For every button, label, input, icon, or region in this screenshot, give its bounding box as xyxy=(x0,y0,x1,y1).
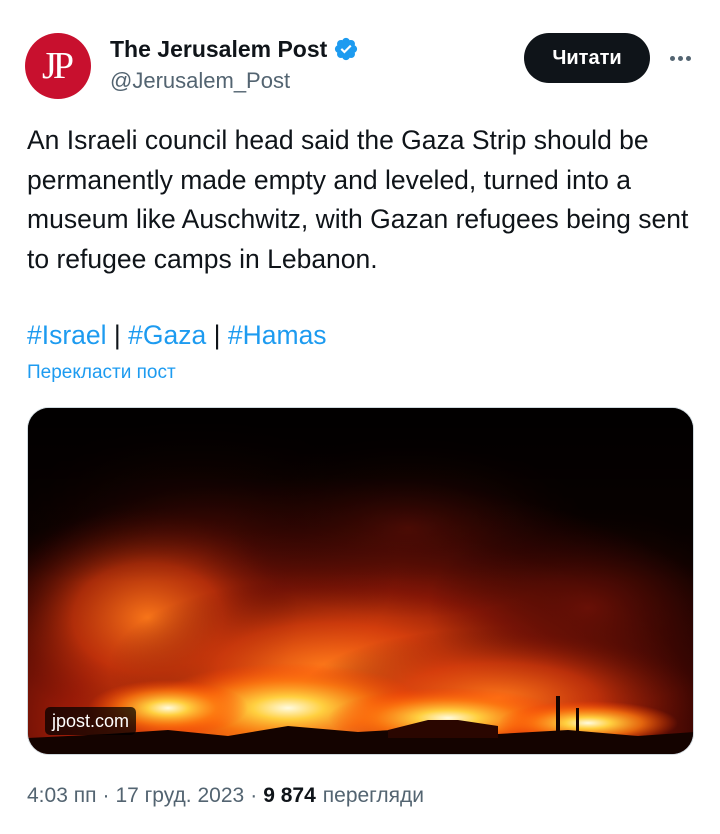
hashtag-separator: | xyxy=(213,320,228,350)
translate-post-link[interactable]: Перекласти пост xyxy=(27,362,176,384)
avatar[interactable]: JP xyxy=(25,33,91,99)
media-source-label: jpost.com xyxy=(45,707,137,735)
hashtag-row: #Israel | #Gaza | #Hamas xyxy=(27,316,327,355)
hashtag-israel[interactable]: #Israel xyxy=(27,320,107,350)
more-options-icon[interactable] xyxy=(664,44,696,72)
author-handle[interactable]: @Jerusalem_Post xyxy=(110,68,290,94)
fire-photo xyxy=(28,408,693,754)
author-name-row: The Jerusalem Post xyxy=(110,34,359,64)
avatar-logo-text: JP xyxy=(42,45,74,87)
views-count: 9 874 xyxy=(263,784,316,807)
tweet-text: An Israeli council head said the Gaza St… xyxy=(27,125,689,274)
tweet-meta: 4:03 пп · 17 груд. 2023 · 9 874 перегляд… xyxy=(27,784,424,808)
follow-button[interactable]: Читати xyxy=(524,33,650,83)
views-label: перегляди xyxy=(322,784,424,807)
tweet-card: JP The Jerusalem Post @Jerusalem_Post Чи… xyxy=(0,0,720,834)
media-image[interactable]: jpost.com xyxy=(27,407,694,755)
author-display-name[interactable]: The Jerusalem Post xyxy=(110,36,327,63)
more-dot xyxy=(685,55,691,61)
post-date[interactable]: 17 груд. 2023 xyxy=(115,784,244,808)
more-dot xyxy=(669,55,675,61)
meta-separator: · xyxy=(250,784,258,807)
post-time[interactable]: 4:03 пп xyxy=(27,784,96,808)
hashtag-separator: | xyxy=(113,320,129,350)
more-dot xyxy=(677,55,683,61)
hashtag-gaza[interactable]: #Gaza xyxy=(128,320,206,350)
hashtag-hamas[interactable]: #Hamas xyxy=(228,320,327,350)
meta-separator: · xyxy=(102,784,110,807)
verified-badge-icon[interactable] xyxy=(333,36,359,62)
